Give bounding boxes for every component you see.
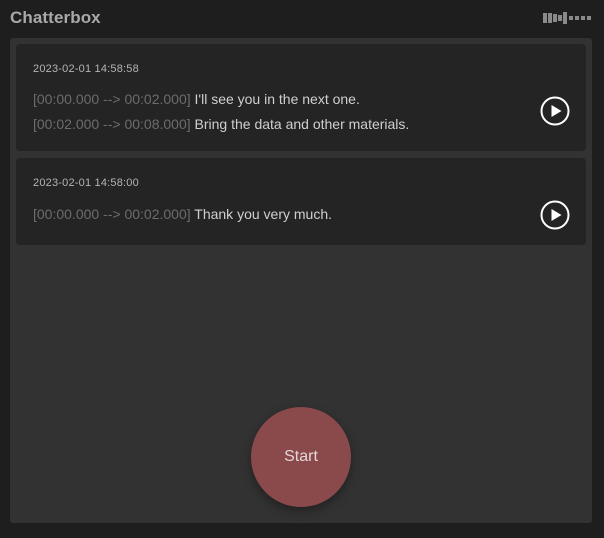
transcript-line: [00:00.000 --> 00:02.000] Thank you very… [33, 206, 332, 222]
line-text: Bring the data and other materials. [194, 116, 410, 132]
transcript-timestamp: 2023-02-01 14:58:58 [33, 63, 139, 75]
line-timecode: [00:02.000 --> 00:08.000] [33, 116, 191, 132]
line-text: I'll see you in the next one. [194, 91, 360, 107]
line-text: Thank you very much. [194, 206, 332, 222]
start-button[interactable]: Start [251, 407, 351, 507]
transcript-card: 2023-02-01 14:58:58 [00:00.000 --> 00:02… [16, 44, 586, 151]
play-button[interactable] [540, 96, 570, 126]
transcript-panel: 2023-02-01 14:58:58 [00:00.000 --> 00:02… [10, 38, 592, 523]
transcript-line: [00:00.000 --> 00:02.000] I'll see you i… [33, 91, 360, 107]
line-timecode: [00:00.000 --> 00:02.000] [33, 91, 191, 107]
audio-level-icon [543, 12, 591, 24]
play-button[interactable] [540, 200, 570, 230]
play-icon [551, 209, 562, 221]
line-timecode: [00:00.000 --> 00:02.000] [33, 206, 191, 222]
transcript-timestamp: 2023-02-01 14:58:00 [33, 177, 139, 189]
play-icon [551, 105, 562, 117]
app-title: Chatterbox [10, 8, 101, 27]
transcript-line: [00:02.000 --> 00:08.000] Bring the data… [33, 116, 409, 132]
transcript-card: 2023-02-01 14:58:00 [00:00.000 --> 00:02… [16, 158, 586, 245]
title-bar: Chatterbox [0, 0, 604, 36]
app-window: Chatterbox 2023-02-01 14:58:58 [00:00.00… [0, 0, 604, 538]
